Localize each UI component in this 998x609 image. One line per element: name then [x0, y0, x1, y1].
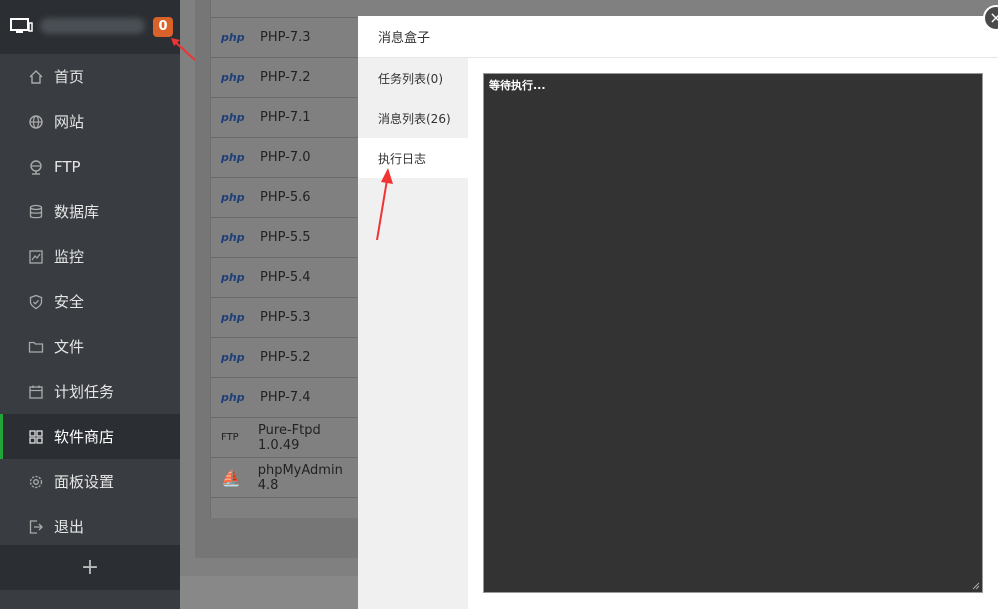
php-logo-icon: php [221, 151, 245, 164]
software-name: PHP-5.6 [260, 190, 311, 205]
logout-icon [27, 518, 45, 536]
software-name: PHP-5.2 [260, 350, 311, 365]
software-name: Pure-Ftpd 1.0.49 [258, 422, 321, 453]
php-logo-icon: php [221, 31, 245, 44]
sidebar-item-label: 软件商店 [54, 428, 115, 446]
table-row-partial [211, 0, 358, 18]
phpmyadmin-logo-icon: ⛵ [221, 468, 241, 487]
calendar-icon [27, 383, 45, 401]
table-row: php PHP-7.3 [211, 18, 358, 58]
folder-icon [27, 338, 45, 356]
software-name: PHP-7.4 [260, 390, 311, 405]
sidebar-item-website[interactable]: 网站 [0, 99, 180, 144]
message-box-modal: 消息盒子 任务列表(0) 消息列表(26) 执行日志 等待执行... [358, 16, 998, 609]
software-name: PHP-7.0 [260, 150, 311, 165]
monitor-chart-icon [27, 248, 45, 266]
ftp-icon [27, 158, 45, 176]
sidebar-item-database[interactable]: 数据库 [0, 189, 180, 234]
sidebar-item-home[interactable]: 首页 [0, 54, 180, 99]
monitor-icon [10, 18, 33, 33]
software-name: PHP-5.4 [260, 270, 311, 285]
php-logo-icon: php [221, 351, 245, 364]
modal-title: 消息盒子 [358, 16, 998, 58]
sidebar-item-cron[interactable]: 计划任务 [0, 369, 180, 414]
sidebar-item-label: 监控 [54, 248, 85, 266]
table-row: php PHP-7.0 [211, 138, 358, 178]
software-name: PHP-7.3 [260, 30, 311, 45]
tab-message-list[interactable]: 消息列表(26) [358, 98, 468, 138]
sidebar-item-panel-settings[interactable]: 面板设置 [0, 459, 180, 504]
software-name: PHP-7.1 [260, 110, 311, 125]
sidebar-item-label: 首页 [54, 68, 85, 86]
table-row: php PHP-7.2 [211, 58, 358, 98]
sidebar-item-label: 退出 [54, 518, 85, 536]
sidebar-item-label: 文件 [54, 338, 85, 356]
sidebar-item-label: FTP [54, 157, 81, 176]
annotation-arrow-badge [171, 38, 196, 61]
table-row: php PHP-5.6 [211, 178, 358, 218]
sidebar-item-label: 计划任务 [54, 383, 115, 401]
table-row: php PHP-7.4 [211, 378, 358, 418]
software-name: phpMyAdmin 4.8 [257, 462, 343, 493]
sidebar-item-ftp[interactable]: FTP [0, 144, 180, 189]
sidebar-item-security[interactable]: 安全 [0, 279, 180, 324]
php-logo-icon: php [221, 311, 245, 324]
modal-tabs: 任务列表(0) 消息列表(26) 执行日志 [358, 58, 468, 609]
globe-icon [27, 113, 45, 131]
database-icon [27, 203, 45, 221]
server-ip-redacted [40, 18, 145, 34]
sidebar-item-label: 网站 [54, 113, 85, 131]
php-logo-icon: php [221, 231, 245, 244]
sidebar-item-label: 面板设置 [54, 473, 115, 491]
sidebar-item-files[interactable]: 文件 [0, 324, 180, 369]
sidebar: 0 首页 网站 FTP 数据库 监控 安全 文件 计划任务 软件商店 面板设置 [0, 0, 180, 609]
ftp-logo-icon: FTP [221, 432, 239, 443]
software-name: PHP-5.5 [260, 230, 311, 245]
table-row: php PHP-5.5 [211, 218, 358, 258]
table-row: php PHP-7.1 [211, 98, 358, 138]
table-row: php PHP-5.3 [211, 298, 358, 338]
php-logo-icon: php [221, 191, 245, 204]
gear-icon [27, 473, 45, 491]
sidebar-item-label: 安全 [54, 293, 85, 311]
shield-icon [27, 293, 45, 311]
sidebar-item-label: 数据库 [54, 203, 100, 221]
php-logo-icon: php [221, 271, 245, 284]
resize-handle-icon[interactable] [972, 582, 980, 590]
table-row: php PHP-5.4 [211, 258, 358, 298]
log-text: 等待执行... [489, 79, 546, 92]
software-name: PHP-5.3 [260, 310, 311, 325]
background-footer [180, 576, 358, 609]
software-name: PHP-7.2 [260, 70, 311, 85]
software-table: php PHP-7.3 php PHP-7.2 php PHP-7.1 php PHP-… [210, 0, 358, 518]
execution-log-textarea[interactable]: 等待执行... [483, 73, 983, 593]
sidebar-item-logout[interactable]: 退出 [0, 504, 180, 549]
message-badge[interactable]: 0 [153, 17, 173, 37]
tab-task-list[interactable]: 任务列表(0) [358, 58, 468, 98]
table-row: FTP Pure-Ftpd 1.0.49 [211, 418, 358, 458]
php-logo-icon: php [221, 111, 245, 124]
add-button[interactable]: + [0, 545, 180, 590]
table-row: ⛵ phpMyAdmin 4.8 [211, 458, 358, 498]
sidebar-item-monitor[interactable]: 监控 [0, 234, 180, 279]
home-icon [27, 68, 45, 86]
php-logo-icon: php [221, 391, 245, 404]
grid-icon [27, 428, 45, 446]
table-row: php PHP-5.2 [211, 338, 358, 378]
php-logo-icon: php [221, 71, 245, 84]
sidebar-item-software-store[interactable]: 软件商店 [0, 414, 180, 459]
annotation-arrow-log-tab [376, 168, 393, 241]
sidebar-header: 0 [0, 0, 180, 54]
